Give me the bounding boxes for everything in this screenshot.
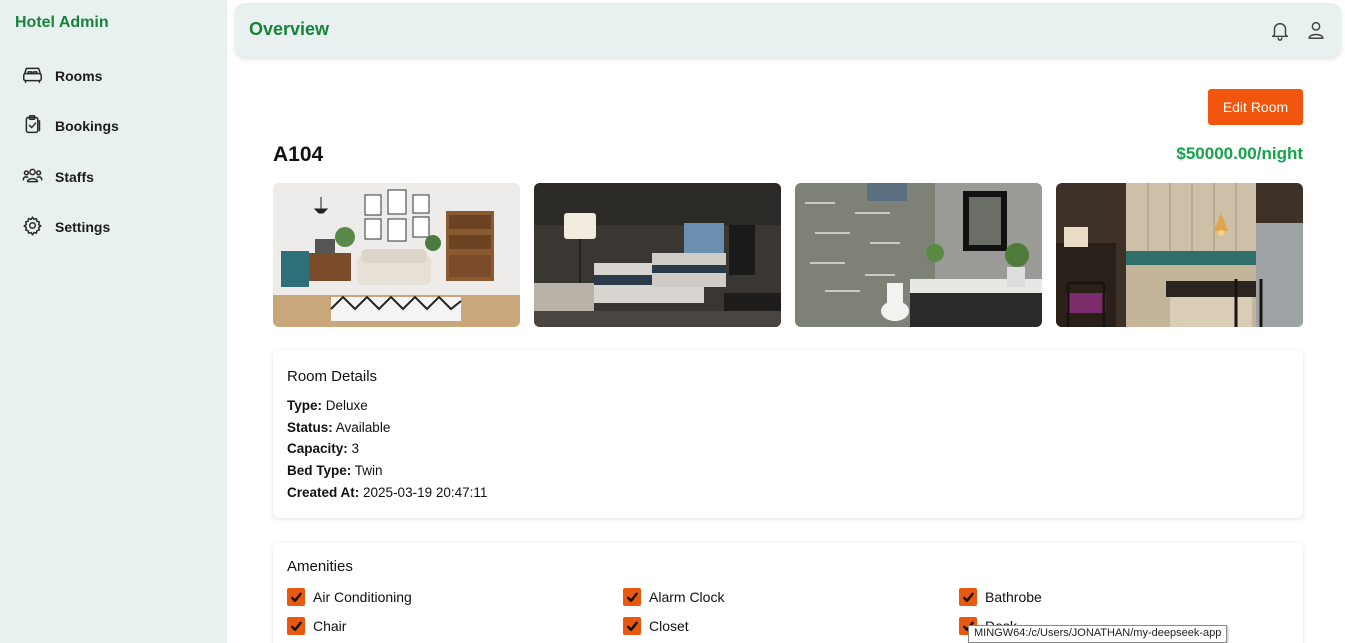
room-details-title: Room Details bbox=[287, 368, 378, 385]
detail-label: Capacity: bbox=[287, 441, 348, 456]
page-title: Overview bbox=[249, 19, 330, 39]
amenity-air-conditioning[interactable]: Air Conditioning bbox=[287, 588, 412, 606]
room-photo-bedroom[interactable] bbox=[534, 183, 781, 327]
amenity-label: Chair bbox=[313, 618, 347, 634]
detail-value: Available bbox=[335, 420, 391, 435]
checkbox-checked-icon[interactable] bbox=[287, 588, 305, 606]
amenity-chair[interactable]: Chair bbox=[287, 617, 346, 635]
sidebar-item-label: Staffs bbox=[55, 169, 94, 185]
detail-label: Created At: bbox=[287, 485, 360, 500]
user-icon[interactable] bbox=[1305, 19, 1327, 41]
bell-icon[interactable] bbox=[1269, 19, 1291, 41]
sidebar-item-bookings[interactable]: Bookings bbox=[22, 114, 119, 138]
detail-bed-type: Bed Type: Twin bbox=[287, 463, 383, 478]
checkbox-checked-icon[interactable] bbox=[287, 617, 305, 635]
detail-label: Type: bbox=[287, 398, 323, 413]
detail-value: Twin bbox=[354, 463, 383, 478]
users-icon bbox=[22, 165, 43, 189]
amenity-bathrobe[interactable]: Bathrobe bbox=[959, 588, 1042, 606]
clipboard-check-icon bbox=[22, 114, 43, 138]
detail-value: 2025-03-19 20:47:11 bbox=[363, 485, 488, 500]
detail-created-at: Created At: 2025-03-19 20:47:11 bbox=[287, 485, 487, 500]
checkbox-checked-icon[interactable] bbox=[623, 588, 641, 606]
checkbox-checked-icon[interactable] bbox=[623, 617, 641, 635]
room-name: A104 bbox=[273, 143, 324, 166]
room-photo-bathroom[interactable] bbox=[795, 183, 1042, 327]
bed-icon bbox=[22, 64, 43, 88]
window-tooltip: MINGW64:/c/Users/JONATHAN/my-deepseek-ap… bbox=[968, 625, 1228, 643]
sidebar-item-label: Settings bbox=[55, 219, 111, 235]
checkbox-checked-icon[interactable] bbox=[959, 588, 977, 606]
detail-status: Status: Available bbox=[287, 420, 390, 435]
detail-capacity: Capacity: 3 bbox=[287, 441, 359, 456]
sidebar-item-settings[interactable]: Settings bbox=[22, 215, 110, 239]
edit-room-button[interactable]: Edit Room bbox=[1208, 89, 1303, 125]
amenity-label: Air Conditioning bbox=[313, 589, 412, 605]
sidebar-item-label: Rooms bbox=[55, 68, 103, 84]
sidebar-item-staffs[interactable]: Staffs bbox=[22, 165, 94, 189]
detail-type: Type: Deluxe bbox=[287, 398, 368, 413]
room-details-card: Room Details Type: Deluxe Status: Availa… bbox=[273, 350, 1303, 518]
detail-label: Bed Type: bbox=[287, 463, 352, 478]
detail-value: Deluxe bbox=[325, 398, 368, 413]
sidebar-item-label: Bookings bbox=[55, 118, 119, 134]
gear-icon bbox=[22, 215, 43, 239]
sidebar: Hotel Admin Rooms Bookings Staffs Settin… bbox=[0, 0, 227, 643]
amenity-alarm-clock[interactable]: Alarm Clock bbox=[623, 588, 724, 606]
detail-value: 3 bbox=[351, 441, 360, 456]
detail-label: Status: bbox=[287, 420, 333, 435]
top-bar: Overview bbox=[235, 3, 1341, 57]
room-photo-kitchen[interactable] bbox=[1056, 183, 1303, 327]
amenity-label: Alarm Clock bbox=[649, 589, 725, 605]
amenity-label: Closet bbox=[649, 618, 689, 634]
brand-title: Hotel Admin bbox=[15, 14, 109, 31]
amenity-closet[interactable]: Closet bbox=[623, 617, 689, 635]
amenity-label: Bathrobe bbox=[985, 589, 1042, 605]
room-photo-living-room[interactable] bbox=[273, 183, 520, 327]
amenities-title: Amenities bbox=[287, 558, 353, 575]
sidebar-item-rooms[interactable]: Rooms bbox=[22, 64, 102, 88]
room-price: $50000.00/night bbox=[1176, 144, 1303, 163]
